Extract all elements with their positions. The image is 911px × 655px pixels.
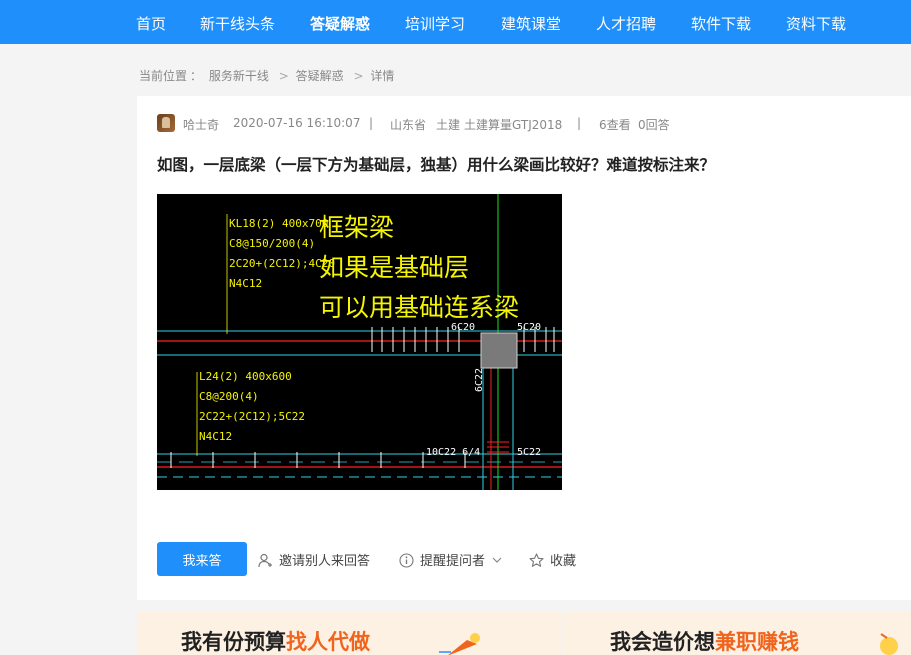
nav-item-training[interactable]: 培训学习 bbox=[405, 13, 465, 34]
remind-label: 提醒提问者 bbox=[420, 554, 486, 569]
chevron-down-icon bbox=[492, 557, 502, 563]
coin-icon bbox=[880, 633, 898, 655]
cad-beam1-line1: KL18(2) 400x700 bbox=[229, 217, 328, 230]
avatar[interactable] bbox=[157, 114, 175, 132]
cad-annotation-tie-beam: 可以用基础连系梁 bbox=[319, 293, 519, 322]
cad-annotation-if-foundation: 如果是基础层 bbox=[319, 253, 469, 282]
question-card: 哈士奇 2020-07-16 16:10:07 | 山东省 土建 土建算量GTJ… bbox=[137, 96, 911, 600]
nav-item-software[interactable]: 软件下载 bbox=[691, 13, 751, 34]
favorite-action[interactable]: 收藏 bbox=[529, 550, 576, 569]
nav-item-resources[interactable]: 资料下载 bbox=[786, 13, 846, 34]
cad-beam1-line4: N4C12 bbox=[229, 277, 262, 290]
cad-beam2-line3: 2C22+(2C12);5C22 bbox=[199, 410, 305, 423]
province: 山东省 bbox=[390, 118, 427, 132]
cad-beam2-line4: N4C12 bbox=[199, 430, 232, 443]
view-count: 6查看 bbox=[599, 118, 631, 132]
breadcrumb: 当前位置： 服务新干线 > 答疑解惑 > 详情 bbox=[139, 67, 397, 84]
promo-banner-parttime-text: 我会造价想兼职赚钱 bbox=[610, 626, 799, 655]
cad-label-10c22: 10C22 6/4 bbox=[426, 447, 480, 458]
cad-drawing-svg: KL18(2) 400x700 C8@150/200(4) 2C20+(2C12… bbox=[157, 194, 562, 490]
nav-item-home[interactable]: 首页 bbox=[136, 13, 166, 34]
rocket-icon bbox=[439, 633, 480, 655]
promo-left-main: 我有份预算 bbox=[181, 630, 286, 654]
promo-right-highlight: 兼职赚钱 bbox=[715, 630, 799, 654]
cad-label-5c20: 5C20 bbox=[517, 322, 541, 333]
cad-label-6c22: 6C22 bbox=[474, 368, 485, 392]
nav-item-jobs[interactable]: 人才招聘 bbox=[596, 13, 656, 34]
remind-action[interactable]: 提醒提问者 bbox=[399, 550, 502, 569]
info-circle-icon bbox=[399, 553, 414, 568]
promo-banner-parttime[interactable]: 我会造价想兼职赚钱 bbox=[564, 612, 911, 655]
invite-label: 邀请别人来回答 bbox=[279, 554, 371, 569]
answer-button[interactable]: 我来答 bbox=[157, 542, 247, 576]
nav-item-classroom[interactable]: 建筑课堂 bbox=[501, 13, 561, 34]
nav-item-qa[interactable]: 答疑解惑 bbox=[310, 13, 370, 34]
software[interactable]: 土建算量GTJ2018 bbox=[464, 116, 562, 133]
cad-beam2-line2: C8@200(4) bbox=[199, 390, 259, 403]
promo-right-main: 我会造价想 bbox=[610, 630, 715, 654]
breadcrumb-label: 当前位置 bbox=[139, 69, 188, 83]
meta-divider: | bbox=[577, 116, 582, 130]
category[interactable]: 土建 bbox=[436, 116, 460, 133]
user-plus-icon bbox=[258, 553, 272, 568]
cad-beam2-line1: L24(2) 400x600 bbox=[199, 370, 292, 383]
username[interactable]: 哈士奇 bbox=[183, 116, 219, 133]
meta-divider: | bbox=[369, 116, 374, 130]
breadcrumb-separator: > bbox=[278, 69, 289, 83]
question-title: 如图，一层底梁（一层下方为基础层，独基）用什么梁画比较好？难道按标注来？ bbox=[157, 156, 716, 174]
cad-label-5c22: 5C22 bbox=[517, 447, 541, 458]
promo-banner-outsource-text: 我有份预算找人代做 bbox=[181, 626, 370, 655]
breadcrumb-qa[interactable]: 答疑解惑 bbox=[296, 69, 344, 83]
star-icon bbox=[529, 553, 544, 567]
answer-count: 0回答 bbox=[638, 118, 670, 132]
cad-annotation-frame-beam: 框架梁 bbox=[319, 213, 394, 242]
favorite-label: 收藏 bbox=[550, 554, 577, 569]
action-bar: 我来答 邀请别人来回答 提醒提问者 收藏 bbox=[157, 542, 897, 576]
invite-action[interactable]: 邀请别人来回答 bbox=[258, 550, 370, 569]
top-nav: 首页 新干线头条 答疑解惑 培训学习 建筑课堂 人才招聘 软件下载 资料下载 bbox=[0, 0, 911, 44]
cad-label-6c20: 6C20 bbox=[451, 322, 475, 333]
post-datetime: 2020-07-16 16:10:07 bbox=[233, 116, 361, 130]
nav-item-headlines[interactable]: 新干线头条 bbox=[200, 13, 275, 34]
cad-drawing-image[interactable]: KL18(2) 400x700 C8@150/200(4) 2C20+(2C12… bbox=[157, 194, 562, 490]
promo-left-highlight: 找人代做 bbox=[286, 630, 370, 654]
promo-banner-outsource[interactable]: 我有份预算找人代做 bbox=[137, 612, 562, 655]
breadcrumb-separator: > bbox=[353, 69, 364, 83]
breadcrumb-colon: ： bbox=[190, 69, 203, 83]
breadcrumb-service[interactable]: 服务新干线 bbox=[209, 69, 269, 83]
cad-beam1-line2: C8@150/200(4) bbox=[229, 237, 315, 250]
breadcrumb-detail: 详情 bbox=[370, 69, 395, 83]
